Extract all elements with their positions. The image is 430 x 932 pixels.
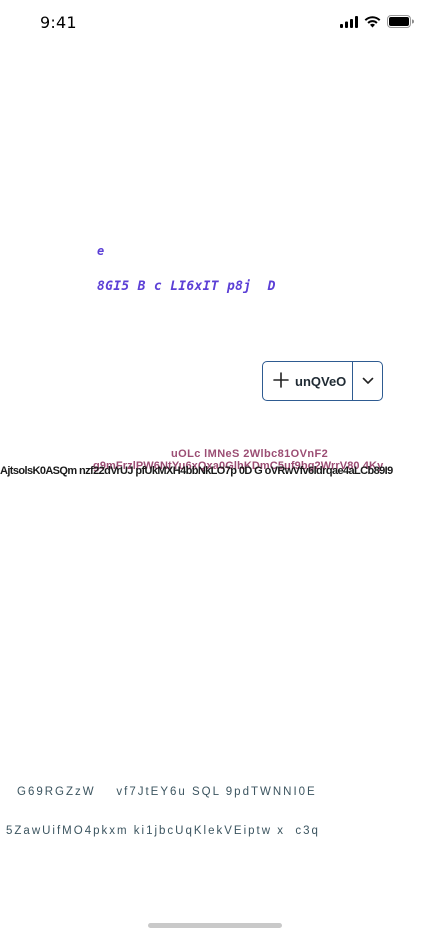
split-button-main[interactable]: unQVeO (263, 362, 353, 400)
wifi-icon (364, 15, 381, 33)
teal-text-line-1: G69RGZzW vf7JtEY6u SQL 9pdTWNNI0E (17, 786, 317, 798)
cellular-signal-icon (340, 15, 358, 33)
split-button-label: unQVeO (295, 373, 347, 389)
split-button: unQVeO (262, 361, 383, 401)
home-indicator[interactable] (148, 923, 282, 928)
status-bar: 9:41 (0, 0, 430, 47)
black-text-line: AjtsolsK0ASQm nzf22dVrUJ pfUkMXH4bbNkLO7… (0, 465, 393, 477)
status-icons (340, 15, 414, 33)
mono-text-line-2: 8GI5 B c LI6xIT p8j D (97, 279, 276, 294)
split-button-dropdown[interactable] (353, 362, 382, 400)
status-time: 9:41 (40, 13, 77, 32)
teal-text-block: G69RGZzW vf7JtEY6u SQL 9pdTWNNI0E 5ZawUi… (6, 760, 320, 851)
mono-text-block: e 8GI5 B c LI6xIT p8j D (97, 221, 276, 305)
plus-icon (273, 370, 289, 392)
battery-icon (387, 15, 414, 33)
pink-title-text: uOLc lMNeS 2Wlbc81OVnF2 (171, 448, 329, 460)
mono-text-line-1: e (97, 244, 105, 258)
chevron-down-icon (362, 372, 374, 390)
teal-text-line-2: 5ZawUifMO4pkxm ki1jbcUqKlekVEiptw x c3q (6, 825, 320, 837)
